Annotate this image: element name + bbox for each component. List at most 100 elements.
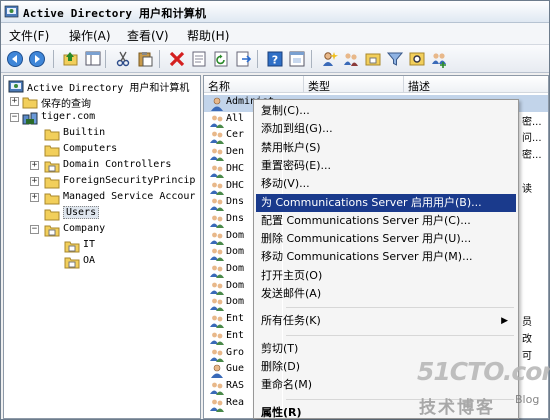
- refresh-button[interactable]: [211, 49, 231, 69]
- column-header-desc[interactable]: 描述: [404, 76, 548, 93]
- context-menu-item[interactable]: 禁用帐户(S): [256, 139, 516, 157]
- tree-item[interactable]: Active Directory 用户和计算机: [4, 78, 200, 94]
- group-icon: [210, 399, 224, 412]
- context-menu-item[interactable]: 所有任务(K) ▶: [256, 312, 516, 330]
- context-menu-item[interactable]: 移动 Communications Server 用户(M)...: [256, 248, 516, 266]
- context-menu-item[interactable]: 复制(C)...: [256, 102, 516, 120]
- properties-button[interactable]: [189, 49, 209, 69]
- forward-button[interactable]: [27, 49, 47, 69]
- console-tree: Active Directory 用户和计算机 + 保存的查询 − tiger.com B…: [3, 75, 201, 419]
- context-menu-separator: [286, 307, 514, 309]
- toolbar-separator: [311, 50, 312, 68]
- new-ou-icon: [365, 53, 381, 66]
- tree-item-label: Company: [63, 223, 106, 234]
- context-menu-item-label: 发送邮件(A): [261, 287, 322, 300]
- context-menu-item[interactable]: 移动(V)...: [256, 175, 516, 193]
- app-window: Active Directory 用户和计算机 文件(F) 操作(A) 查看(V) 帮…: [0, 0, 550, 420]
- tree-item[interactable]: + Domain Controllers: [4, 158, 200, 174]
- context-menu-item[interactable]: 添加到组(G)...: [256, 120, 516, 138]
- find-button[interactable]: [407, 49, 427, 69]
- delete-button[interactable]: [167, 49, 187, 69]
- back-button[interactable]: [5, 49, 25, 69]
- column-header-name[interactable]: 名称: [204, 76, 304, 93]
- filter-button[interactable]: [385, 49, 405, 69]
- context-menu-item-label: 所有任务(K): [261, 314, 321, 328]
- list-item-name: RAS: [226, 379, 245, 391]
- context-menu-item-label: 禁用帐户(S): [261, 140, 321, 154]
- context-menu-item[interactable]: 发送邮件(A): [256, 285, 516, 303]
- tree-item[interactable]: + ForeignSecurityPrincip: [4, 174, 200, 190]
- folder-icon: [44, 129, 60, 141]
- ou-icon: [44, 161, 60, 173]
- expand-icon[interactable]: +: [30, 161, 39, 170]
- folder-icon: [22, 97, 38, 109]
- context-menu-item-label: 移动 Communications Server 用户(M)...: [261, 250, 473, 264]
- tree-item-label: IT: [83, 239, 96, 250]
- collapse-icon[interactable]: −: [10, 113, 19, 122]
- paste-icon: [138, 52, 153, 67]
- list-item-name: Dom: [226, 296, 245, 308]
- tree-item[interactable]: Builtin: [4, 126, 200, 142]
- menu-file[interactable]: 文件(F): [9, 27, 49, 44]
- tree-item[interactable]: + 保存的查询: [4, 94, 200, 110]
- collapse-icon[interactable]: −: [30, 225, 39, 234]
- cut-button[interactable]: [113, 49, 133, 69]
- context-menu-item[interactable]: 配置 Communications Server 用户(C)...: [256, 212, 516, 230]
- ou-icon: [44, 225, 60, 237]
- ad-icon: [4, 5, 19, 18]
- filter-icon: [386, 52, 404, 66]
- list-item-description: 员: [522, 317, 532, 329]
- list-item-name: Gue: [226, 363, 245, 375]
- tree-item[interactable]: − Company: [4, 222, 200, 238]
- help-button[interactable]: ?: [265, 49, 285, 69]
- list-item-name: Rea: [226, 396, 245, 408]
- tree-item[interactable]: OA: [4, 254, 200, 270]
- add-to-group-button[interactable]: [429, 49, 449, 69]
- context-menu-item[interactable]: 重置密码(E)...: [256, 157, 516, 175]
- context-menu-item-label: 剪切(T): [261, 341, 299, 355]
- domain-icon: [22, 112, 38, 125]
- tree-item-label: Computers: [63, 143, 118, 154]
- new-ou-button[interactable]: [363, 49, 383, 69]
- menu-action[interactable]: 操作(A): [69, 27, 111, 44]
- new-group-icon: [344, 53, 358, 66]
- folder-icon: [44, 145, 60, 157]
- group-icon: [210, 198, 224, 212]
- list-item-name: Den: [226, 146, 245, 158]
- show-tree-button[interactable]: [83, 49, 103, 69]
- group-icon: [210, 215, 224, 228]
- context-menu-item[interactable]: 打开主页(O): [256, 267, 516, 285]
- export-button[interactable]: [233, 49, 253, 69]
- tree-item-label: Managed Service Accour: [63, 191, 196, 202]
- tree-item[interactable]: Users: [4, 206, 200, 222]
- watermark-logo: 51CTO.com: [417, 357, 550, 386]
- context-menu-separator: [286, 334, 514, 336]
- toolbar-separator: [105, 50, 106, 68]
- context-menu-item-label: 移动(V)...: [261, 177, 310, 191]
- console-button[interactable]: [287, 49, 307, 69]
- expand-icon[interactable]: +: [10, 97, 19, 106]
- tree-item[interactable]: Computers: [4, 142, 200, 158]
- tree-item[interactable]: IT: [4, 238, 200, 254]
- context-menu-item[interactable]: 剪切(T): [256, 340, 516, 358]
- context-menu-item[interactable]: 删除 Communications Server 用户(U)...: [256, 230, 516, 248]
- up-button[interactable]: [61, 49, 81, 69]
- delete-icon: [169, 51, 185, 67]
- new-user-button[interactable]: [319, 49, 339, 69]
- menu-view[interactable]: 查看(V): [127, 27, 169, 44]
- tree-item[interactable]: + Managed Service Accour: [4, 190, 200, 206]
- menu-help[interactable]: 帮助(H): [187, 27, 229, 44]
- expand-icon[interactable]: +: [30, 193, 39, 202]
- tree-item-label: OA: [83, 255, 96, 266]
- list-item-name: Cer: [226, 129, 245, 141]
- list-item-name: Ent: [226, 313, 245, 325]
- paste-button[interactable]: [135, 49, 155, 69]
- toolbar: ?: [1, 45, 549, 73]
- tree-item[interactable]: − tiger.com: [4, 110, 200, 126]
- context-menu-item[interactable]: 为 Communications Server 启用用户(B)...: [256, 193, 516, 212]
- expand-icon[interactable]: +: [30, 177, 39, 186]
- new-group-button[interactable]: [341, 49, 361, 69]
- column-header-type[interactable]: 类型: [304, 76, 404, 93]
- context-menu-item-label: 打开主页(O): [261, 268, 323, 282]
- list-item-name: Dom: [226, 263, 245, 274]
